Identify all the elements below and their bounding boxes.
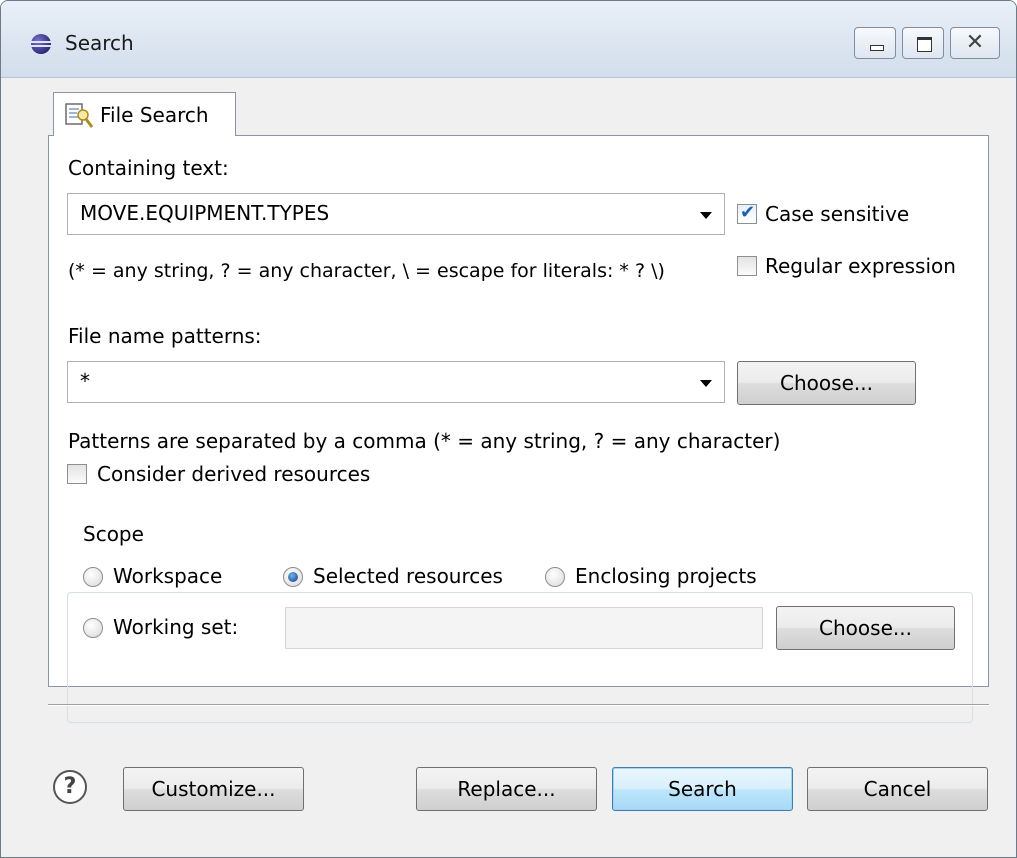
- consider-derived-checkbox[interactable]: [67, 464, 87, 484]
- cancel-button[interactable]: Cancel: [807, 767, 988, 811]
- eclipse-icon: [30, 34, 52, 54]
- enclosing-projects-label: Enclosing projects: [575, 564, 757, 588]
- maximize-button[interactable]: [902, 27, 944, 59]
- working-set-field[interactable]: [285, 607, 763, 649]
- working-set-label: Working set:: [113, 615, 239, 639]
- window-title: Search: [65, 31, 134, 55]
- search-button[interactable]: Search: [612, 767, 793, 811]
- file-name-patterns-label: File name patterns:: [68, 324, 262, 348]
- close-icon: ✕: [965, 30, 985, 55]
- close-button[interactable]: ✕: [950, 27, 1000, 59]
- containing-text-label: Containing text:: [68, 156, 229, 180]
- file-name-patterns-combo[interactable]: *: [67, 361, 725, 403]
- working-set-radio[interactable]: [83, 618, 103, 638]
- minimize-icon: [870, 45, 884, 51]
- title-bar: Search ✕: [1, 1, 1016, 78]
- minimize-button[interactable]: [854, 27, 896, 59]
- case-sensitive-checkbox[interactable]: [737, 202, 757, 224]
- maximize-icon: [917, 37, 932, 52]
- selected-resources-radio[interactable]: [283, 567, 303, 587]
- containing-text-combo[interactable]: MOVE.EQUIPMENT.TYPES: [67, 193, 725, 235]
- enclosing-projects-radio[interactable]: [545, 567, 565, 587]
- caption-buttons: ✕: [854, 27, 1000, 61]
- case-sensitive-label: Case sensitive: [765, 202, 910, 226]
- tab-file-search[interactable]: File Search: [53, 92, 236, 136]
- tab-label: File Search: [100, 103, 209, 127]
- workspace-radio[interactable]: [83, 567, 103, 587]
- file-name-patterns-value: *: [80, 369, 90, 393]
- choose-working-set-button[interactable]: Choose...: [776, 606, 955, 650]
- file-search-icon: [65, 103, 94, 128]
- chevron-down-icon[interactable]: [700, 380, 712, 387]
- help-icon[interactable]: ?: [53, 770, 87, 804]
- selected-resources-label: Selected resources: [313, 564, 503, 588]
- footer-separator: [48, 704, 989, 706]
- workspace-label: Workspace: [113, 564, 223, 588]
- containing-text-hint: (* = any string, ? = any character, \ = …: [68, 260, 665, 282]
- replace-button[interactable]: Replace...: [416, 767, 597, 811]
- search-dialog: Search ✕ File Search Containing text: MO…: [0, 0, 1017, 858]
- dialog-content: File Search Containing text: MOVE.EQUIPM…: [1, 78, 1016, 857]
- customize-button[interactable]: Customize...: [123, 767, 304, 811]
- choose-file-patterns-button[interactable]: Choose...: [737, 361, 916, 405]
- scope-title: Scope: [79, 522, 148, 546]
- regular-expression-label: Regular expression: [765, 254, 956, 278]
- containing-text-value: MOVE.EQUIPMENT.TYPES: [80, 201, 330, 225]
- consider-derived-label: Consider derived resources: [97, 462, 371, 486]
- regular-expression-checkbox[interactable]: [737, 256, 757, 276]
- file-patterns-hint: Patterns are separated by a comma (* = a…: [68, 429, 781, 453]
- file-search-panel: Containing text: MOVE.EQUIPMENT.TYPES Ca…: [48, 135, 989, 723]
- chevron-down-icon[interactable]: [700, 212, 712, 219]
